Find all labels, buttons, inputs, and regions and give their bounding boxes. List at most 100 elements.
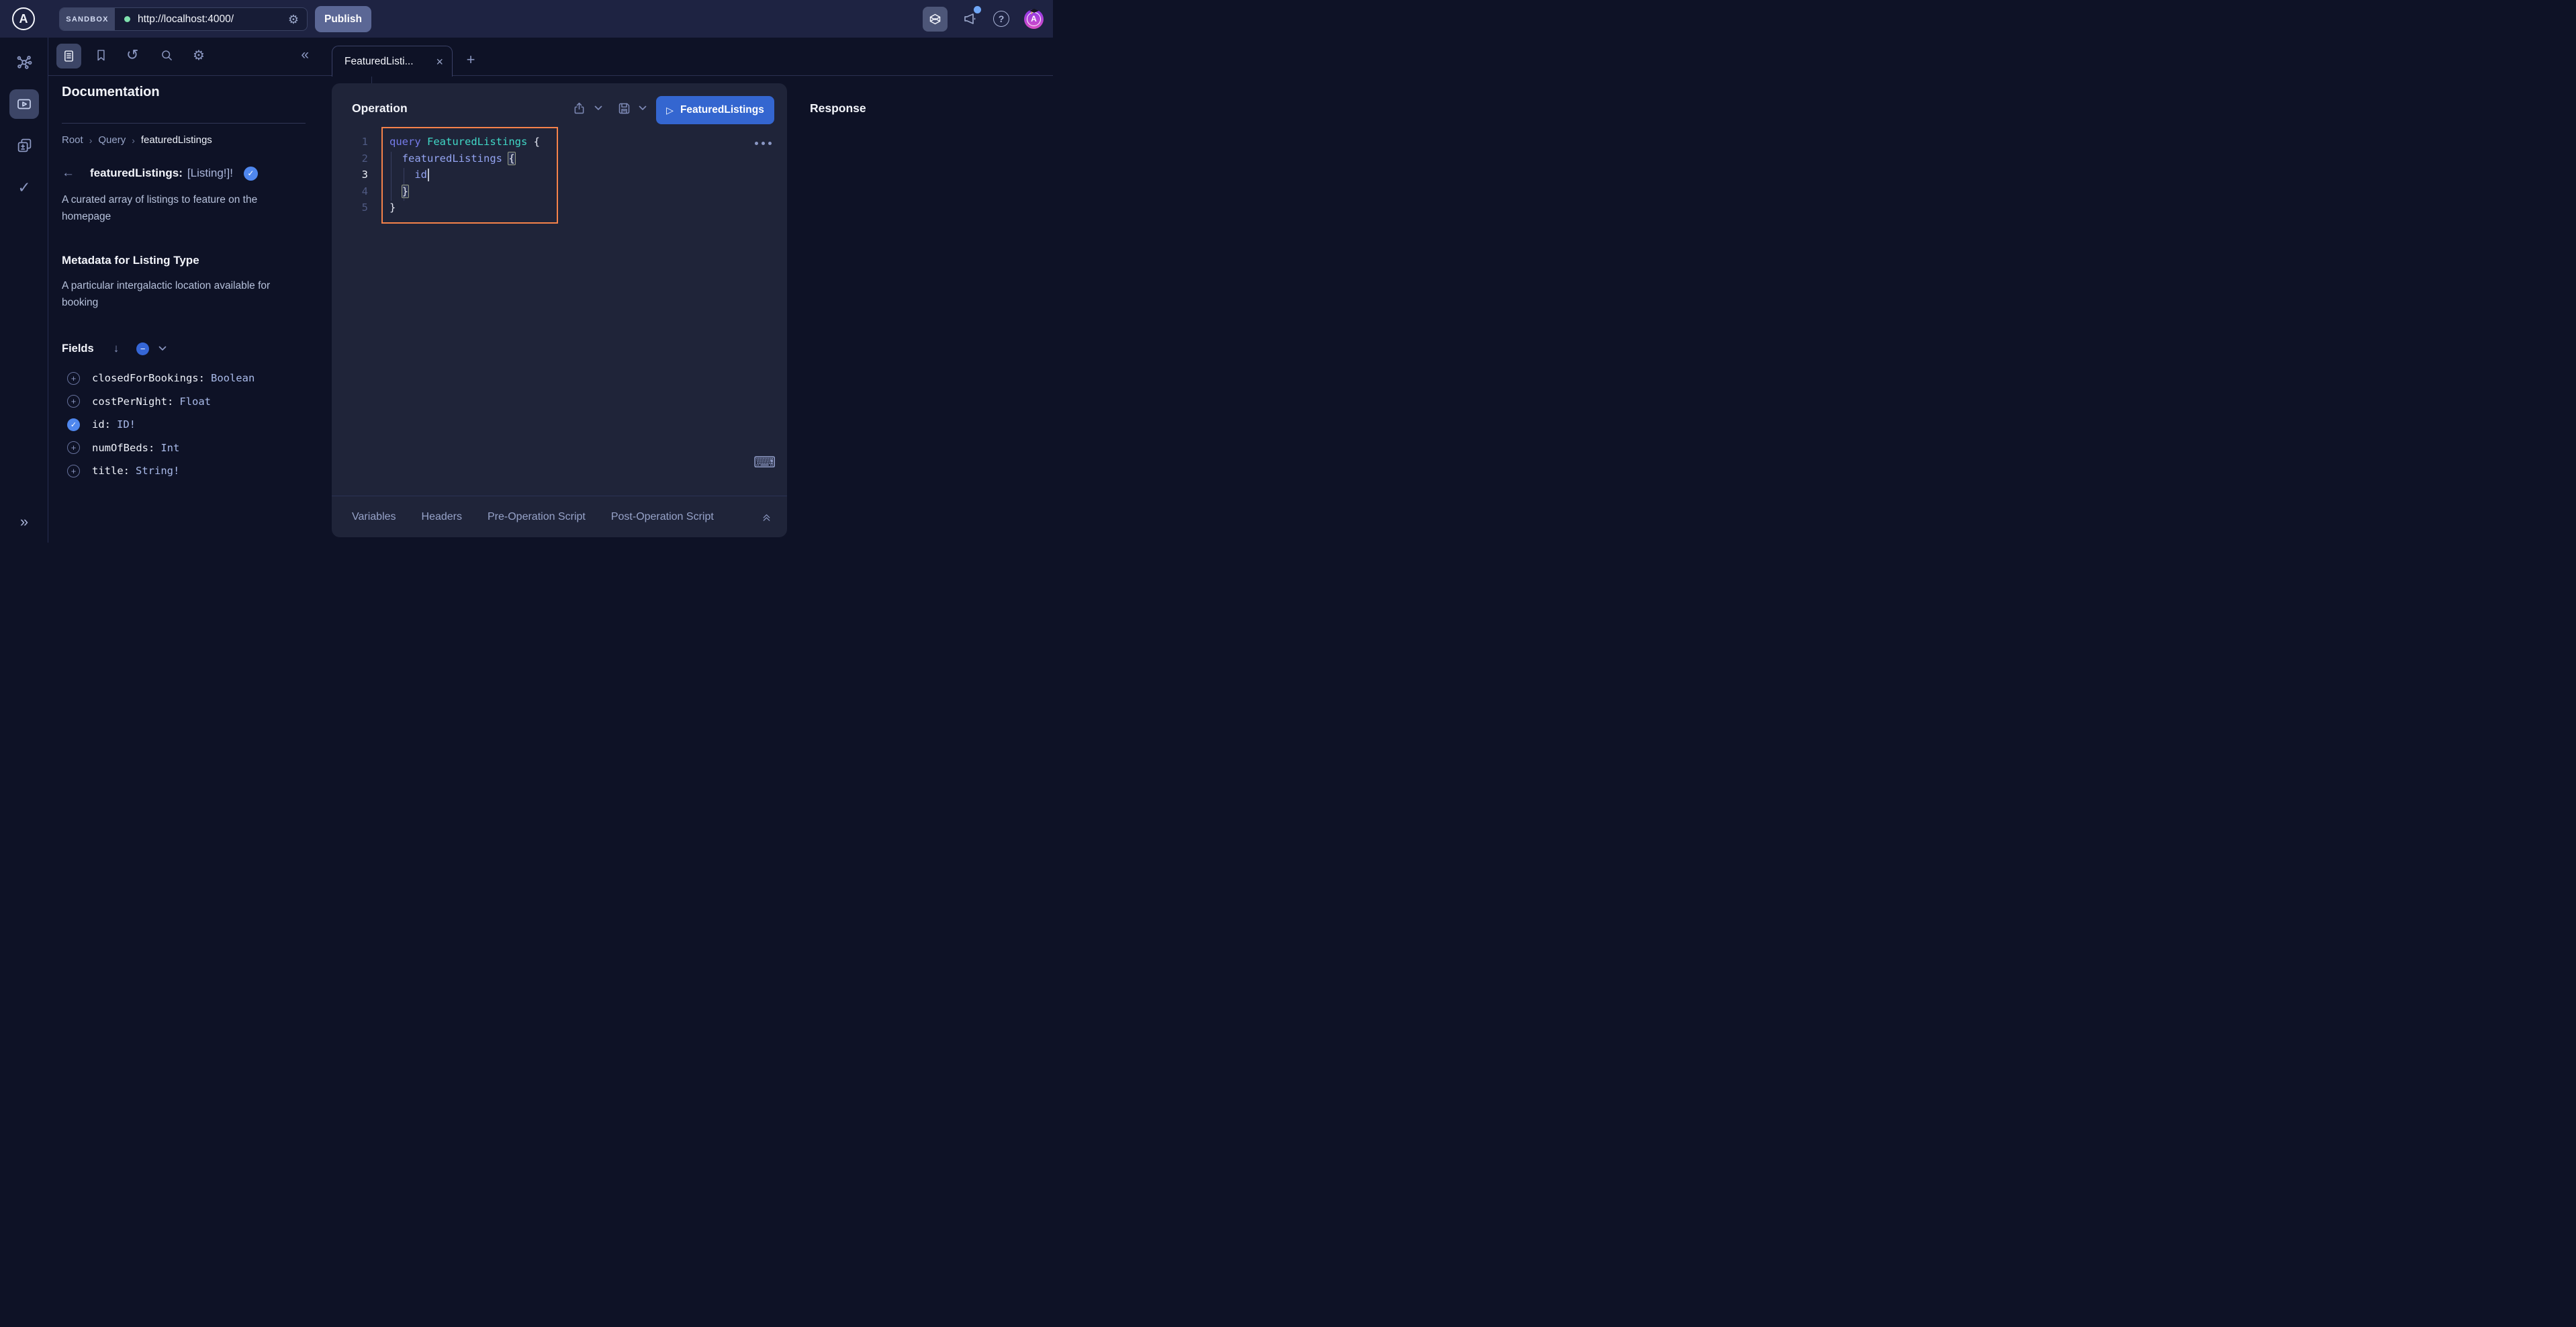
breadcrumb-item[interactable]: Query (98, 134, 126, 146)
field-title: featuredListings: (90, 167, 183, 180)
bottom-tab-pre-operation-script[interactable]: Pre-Operation Script (488, 511, 586, 523)
add-field-button[interactable]: + (67, 395, 80, 408)
explorer-play-icon (16, 96, 32, 112)
field-row: + costPerNight: Float (62, 390, 310, 414)
more-options-icon[interactable] (755, 142, 772, 145)
back-arrow-icon[interactable]: ← (62, 166, 77, 181)
breadcrumb-item[interactable]: Root (62, 134, 83, 146)
add-field-button[interactable]: + (67, 372, 80, 385)
text-cursor (428, 169, 429, 181)
code-token (527, 136, 533, 148)
code-token (389, 152, 402, 165)
save-options-chevron[interactable] (639, 105, 647, 111)
sidebar-expand-button[interactable]: » (0, 513, 48, 531)
help-button[interactable]: ? (993, 11, 1009, 27)
breadcrumb-separator: › (89, 135, 93, 146)
operation-editor[interactable]: query FeaturedListings { featuredListing… (381, 127, 558, 224)
keyboard-shortcuts-icon[interactable]: ⌨ (753, 453, 776, 471)
chevron-down-icon (594, 105, 602, 111)
avatar[interactable]: A (1024, 9, 1044, 29)
bottom-tab-headers[interactable]: Headers (422, 511, 462, 523)
field-name[interactable]: title: (92, 465, 130, 477)
code-token: featuredListings (402, 152, 502, 165)
endpoint-settings-icon[interactable]: ⚙ (288, 13, 299, 26)
code-line: query FeaturedListings { (389, 134, 540, 150)
play-icon: ▷ (666, 105, 674, 116)
graph-schema-icon (15, 54, 33, 72)
docs-tab-settings[interactable]: ⚙ (193, 47, 205, 64)
expand-panel-button[interactable] (761, 512, 772, 523)
sidebar-item-explorer[interactable] (9, 89, 39, 119)
endpoint-control: SANDBOX http://localhost:4000/ ⚙ (59, 7, 308, 31)
field-type[interactable]: Int (160, 442, 179, 454)
sort-arrow-icon[interactable]: ↓ (113, 342, 120, 355)
field-selected-toggle[interactable]: ✓ (67, 418, 80, 431)
announcements-button[interactable] (962, 11, 978, 27)
sidebar-item-checklist[interactable] (0, 137, 48, 154)
endpoint-url-input[interactable]: http://localhost:4000/ (138, 13, 288, 26)
docs-tab-documentation[interactable] (56, 44, 81, 68)
add-field-button[interactable]: + (67, 465, 80, 477)
line-number: 4 (352, 183, 368, 200)
field-name[interactable]: costPerNight: (92, 396, 173, 408)
publish-button[interactable]: Publish (315, 6, 371, 32)
field-name[interactable]: numOfBeds: (92, 442, 154, 454)
apollo-logo-icon[interactable]: A (12, 7, 35, 30)
run-operation-button[interactable]: ▷ FeaturedListings (656, 96, 774, 124)
connection-status-dot (124, 16, 130, 22)
add-field-button[interactable]: + (67, 441, 80, 454)
operation-tab[interactable]: FeaturedListi... × (332, 46, 453, 77)
history-icon: ↺ (126, 46, 138, 63)
sandbox-mode-button[interactable] (923, 7, 948, 32)
sidebar-item-checks[interactable]: ✓ (0, 179, 48, 197)
field-type-link[interactable]: [Listing!]! (187, 167, 233, 180)
divider (48, 75, 1053, 76)
bottom-tab-post-operation-script[interactable]: Post-Operation Script (611, 511, 714, 523)
left-sidebar: ✓ » (0, 38, 48, 543)
close-tab-icon[interactable]: × (436, 56, 443, 68)
line-number: 2 (352, 150, 368, 167)
line-number: 5 (352, 199, 368, 216)
field-selected-badge[interactable]: ✓ (244, 167, 258, 181)
response-panel-title: Response (810, 101, 866, 116)
field-type[interactable]: ID! (117, 418, 136, 430)
code-line: } (389, 199, 540, 216)
code-line: } (389, 183, 540, 200)
field-row: + closedForBookings: Boolean (62, 367, 310, 390)
new-tab-button[interactable]: + (462, 51, 479, 68)
fields-list: + closedForBookings: Boolean + costPerNight:… (62, 367, 310, 483)
double-chevron-up-icon (761, 512, 772, 523)
deselect-all-button[interactable]: − (136, 342, 149, 355)
notification-dot (974, 6, 981, 13)
save-operation-button[interactable] (617, 101, 631, 116)
code-token: { (534, 136, 540, 148)
docs-tab-history[interactable]: ↺ (126, 46, 138, 64)
docs-panel-title: Documentation (62, 85, 160, 100)
field-type[interactable]: Boolean (211, 372, 255, 384)
field-type[interactable]: String! (136, 465, 179, 477)
field-name[interactable]: id: (92, 418, 111, 430)
fields-header: Fields ↓ − (62, 341, 167, 356)
line-number: 3 (352, 167, 368, 183)
breadcrumb-item[interactable]: featuredListings (141, 134, 212, 146)
top-bar: A SANDBOX http://localhost:4000/ ⚙ Publi… (0, 0, 1053, 38)
chevron-down-icon[interactable] (158, 346, 167, 351)
bottom-tab-variables[interactable]: Variables (352, 511, 396, 523)
operation-tab-label: FeaturedListi... (344, 56, 414, 68)
field-type[interactable]: Float (179, 396, 211, 408)
sidebar-item-schema[interactable] (0, 54, 48, 72)
gear-icon: ⚙ (193, 48, 205, 63)
sandbox-box-icon (928, 12, 942, 26)
docs-tab-bookmarks[interactable] (94, 48, 108, 62)
documentation-panel: ↺ ⚙ « Documentation Root›Query›featuredL… (48, 38, 324, 543)
breadcrumb: Root›Query›featuredListings (62, 134, 212, 146)
field-name[interactable]: closedForBookings: (92, 372, 205, 384)
field-row: ✓ id: ID! (62, 413, 310, 437)
field-row: + numOfBeds: Int (62, 437, 310, 460)
check-icon: ✓ (247, 169, 254, 178)
share-options-chevron[interactable] (594, 105, 602, 111)
docs-tab-search[interactable] (160, 48, 174, 62)
share-operation-button[interactable] (572, 101, 586, 116)
collapse-docs-button[interactable]: « (301, 47, 309, 63)
code-token (389, 185, 402, 197)
